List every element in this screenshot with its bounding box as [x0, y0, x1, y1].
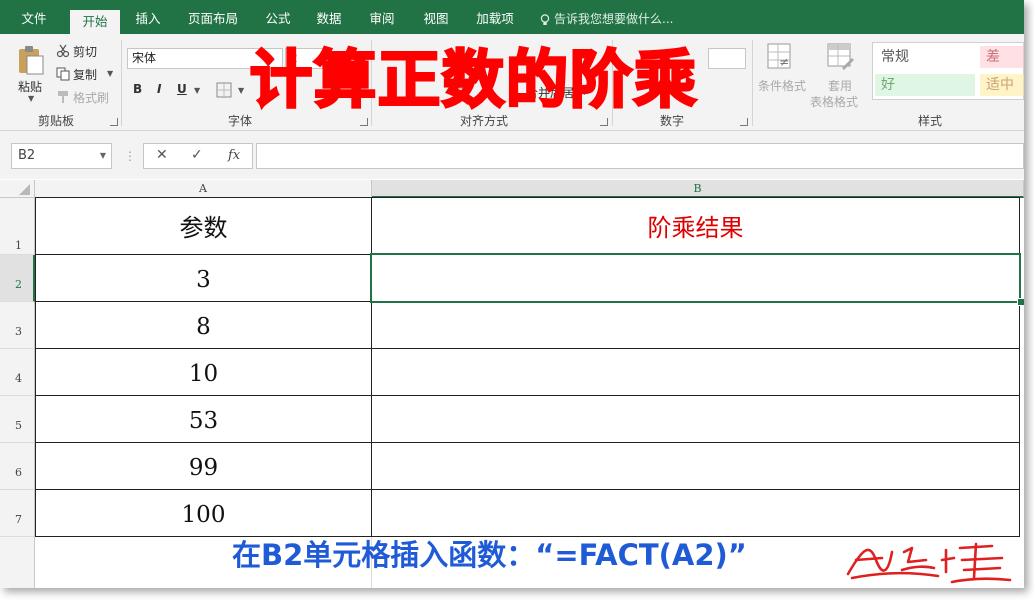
clipboard-group-label: 剪贴板 — [38, 114, 75, 128]
tab-home[interactable]: 开始 — [70, 10, 120, 34]
row-header-4[interactable]: 4 — [0, 349, 35, 396]
cell-b7[interactable] — [372, 490, 1019, 536]
conditional-format-button[interactable]: 条件格式 — [758, 77, 806, 94]
paste-dropdown-icon[interactable]: ▼ — [28, 94, 34, 103]
scissors-icon — [56, 44, 70, 58]
table-border — [1019, 197, 1020, 537]
borders-dropdown-icon[interactable]: ▼ — [238, 86, 244, 95]
style-normal[interactable]: 常规 — [875, 46, 975, 68]
tab-view[interactable]: 视图 — [414, 8, 458, 34]
cell-b6[interactable] — [372, 443, 1019, 489]
cell-a4[interactable]: 10 — [36, 349, 371, 395]
number-format-select[interactable] — [708, 48, 746, 69]
tab-data[interactable]: 数据 — [307, 8, 351, 34]
select-all-corner[interactable] — [0, 180, 35, 198]
excel-window: 文件 开始 插入 页面布局 公式 数据 审阅 视图 加载项 告诉我您想要做什么.… — [0, 0, 1024, 588]
tab-review[interactable]: 审阅 — [360, 8, 404, 34]
enter-icon[interactable]: ✓ — [191, 147, 203, 163]
cell-a7[interactable]: 100 — [36, 490, 371, 536]
format-painter-button[interactable]: 格式刷 — [73, 89, 109, 106]
number-launcher-icon[interactable] — [740, 118, 748, 126]
bold-button[interactable]: B — [133, 82, 142, 96]
underline-dropdown-icon[interactable]: ▼ — [194, 86, 200, 95]
column-header-a[interactable]: A — [35, 180, 372, 198]
name-box-value: B2 — [18, 148, 36, 163]
fill-handle[interactable] — [1017, 298, 1024, 306]
cell-a3[interactable]: 8 — [36, 302, 371, 348]
selected-cell-b2[interactable] — [370, 253, 1021, 303]
group-divider — [752, 40, 753, 126]
clipboard-launcher-icon[interactable] — [110, 118, 118, 126]
row-header-6[interactable]: 6 — [0, 443, 35, 490]
cell-b4[interactable] — [372, 349, 1019, 395]
lightbulb-icon — [540, 13, 550, 25]
tab-insert[interactable]: 插入 — [126, 8, 170, 34]
format-as-table-label-2[interactable]: 表格格式 — [810, 93, 858, 110]
cut-button[interactable]: 剪切 — [73, 43, 97, 60]
group-divider — [121, 40, 122, 126]
format-painter-icon — [58, 91, 68, 103]
tell-me-search[interactable]: 告诉我您想要做什么... — [540, 8, 673, 30]
row-header-7[interactable]: 7 — [0, 490, 35, 537]
cell-a2[interactable]: 3 — [36, 255, 371, 301]
cell-b1[interactable]: 阶乘结果 — [372, 198, 1019, 254]
overlay-title: 计算正数的阶乘 — [248, 42, 699, 118]
copy-dropdown-icon[interactable]: ▼ — [107, 69, 113, 78]
cancel-icon[interactable]: ✕ — [156, 147, 168, 163]
formula-buttons: ✕ ✓ fx — [143, 143, 253, 169]
select-all-triangle-icon — [19, 184, 30, 195]
tab-file[interactable]: 文件 — [12, 8, 56, 34]
italic-button[interactable]: I — [157, 82, 161, 96]
tab-addins[interactable]: 加载项 — [468, 8, 522, 34]
ribbon-tab-bar: 文件 开始 插入 页面布局 公式 数据 审阅 视图 加载项 告诉我您想要做什么.… — [0, 0, 1024, 34]
instruction-caption: 在B2单元格插入函数：“=FACT(A2)” — [232, 538, 747, 572]
author-signature-logo — [846, 542, 1012, 584]
formula-input[interactable] — [256, 143, 1024, 169]
cell-a6[interactable]: 99 — [36, 443, 371, 489]
paste-label[interactable]: 粘贴 — [18, 78, 42, 95]
tab-formulas[interactable]: 公式 — [256, 8, 300, 34]
format-as-table-label-1[interactable]: 套用 — [828, 77, 852, 94]
cell-a1[interactable]: 参数 — [36, 198, 371, 254]
row-header-5[interactable]: 5 — [0, 396, 35, 443]
style-good[interactable]: 好 — [875, 74, 975, 96]
conditional-format-icon[interactable]: ≠ — [766, 42, 796, 72]
formula-bar-grip: ⋮ — [124, 149, 136, 163]
row-header-1[interactable]: 1 — [0, 198, 35, 255]
borders-icon[interactable] — [216, 82, 232, 98]
svg-text:≠: ≠ — [779, 55, 789, 69]
row-header-2[interactable]: 2 — [0, 255, 35, 302]
style-bad[interactable]: 差 — [980, 46, 1024, 68]
name-box-dropdown-icon[interactable]: ▼ — [100, 144, 106, 168]
underline-button[interactable]: U — [177, 82, 187, 96]
styles-group-label: 样式 — [918, 114, 943, 128]
font-group-label: 字体 — [228, 114, 253, 128]
paste-icon[interactable] — [16, 44, 46, 76]
copy-icon — [56, 67, 70, 81]
cell-b5[interactable] — [372, 396, 1019, 442]
cell-b3[interactable] — [372, 302, 1019, 348]
row-header-8[interactable] — [0, 537, 35, 588]
column-header-b[interactable]: B — [372, 180, 1024, 198]
tell-me-text: 告诉我您想要做什么... — [554, 12, 674, 26]
copy-button[interactable]: 复制 — [73, 66, 97, 83]
cell-a5[interactable]: 53 — [36, 396, 371, 442]
insert-function-icon[interactable]: fx — [228, 148, 240, 163]
row-header-3[interactable]: 3 — [0, 302, 35, 349]
format-as-table-icon[interactable] — [826, 42, 856, 72]
style-neutral[interactable]: 适中 — [980, 74, 1024, 96]
tab-page-layout[interactable]: 页面布局 — [182, 8, 244, 34]
name-box[interactable]: B2 ▼ — [11, 143, 112, 169]
